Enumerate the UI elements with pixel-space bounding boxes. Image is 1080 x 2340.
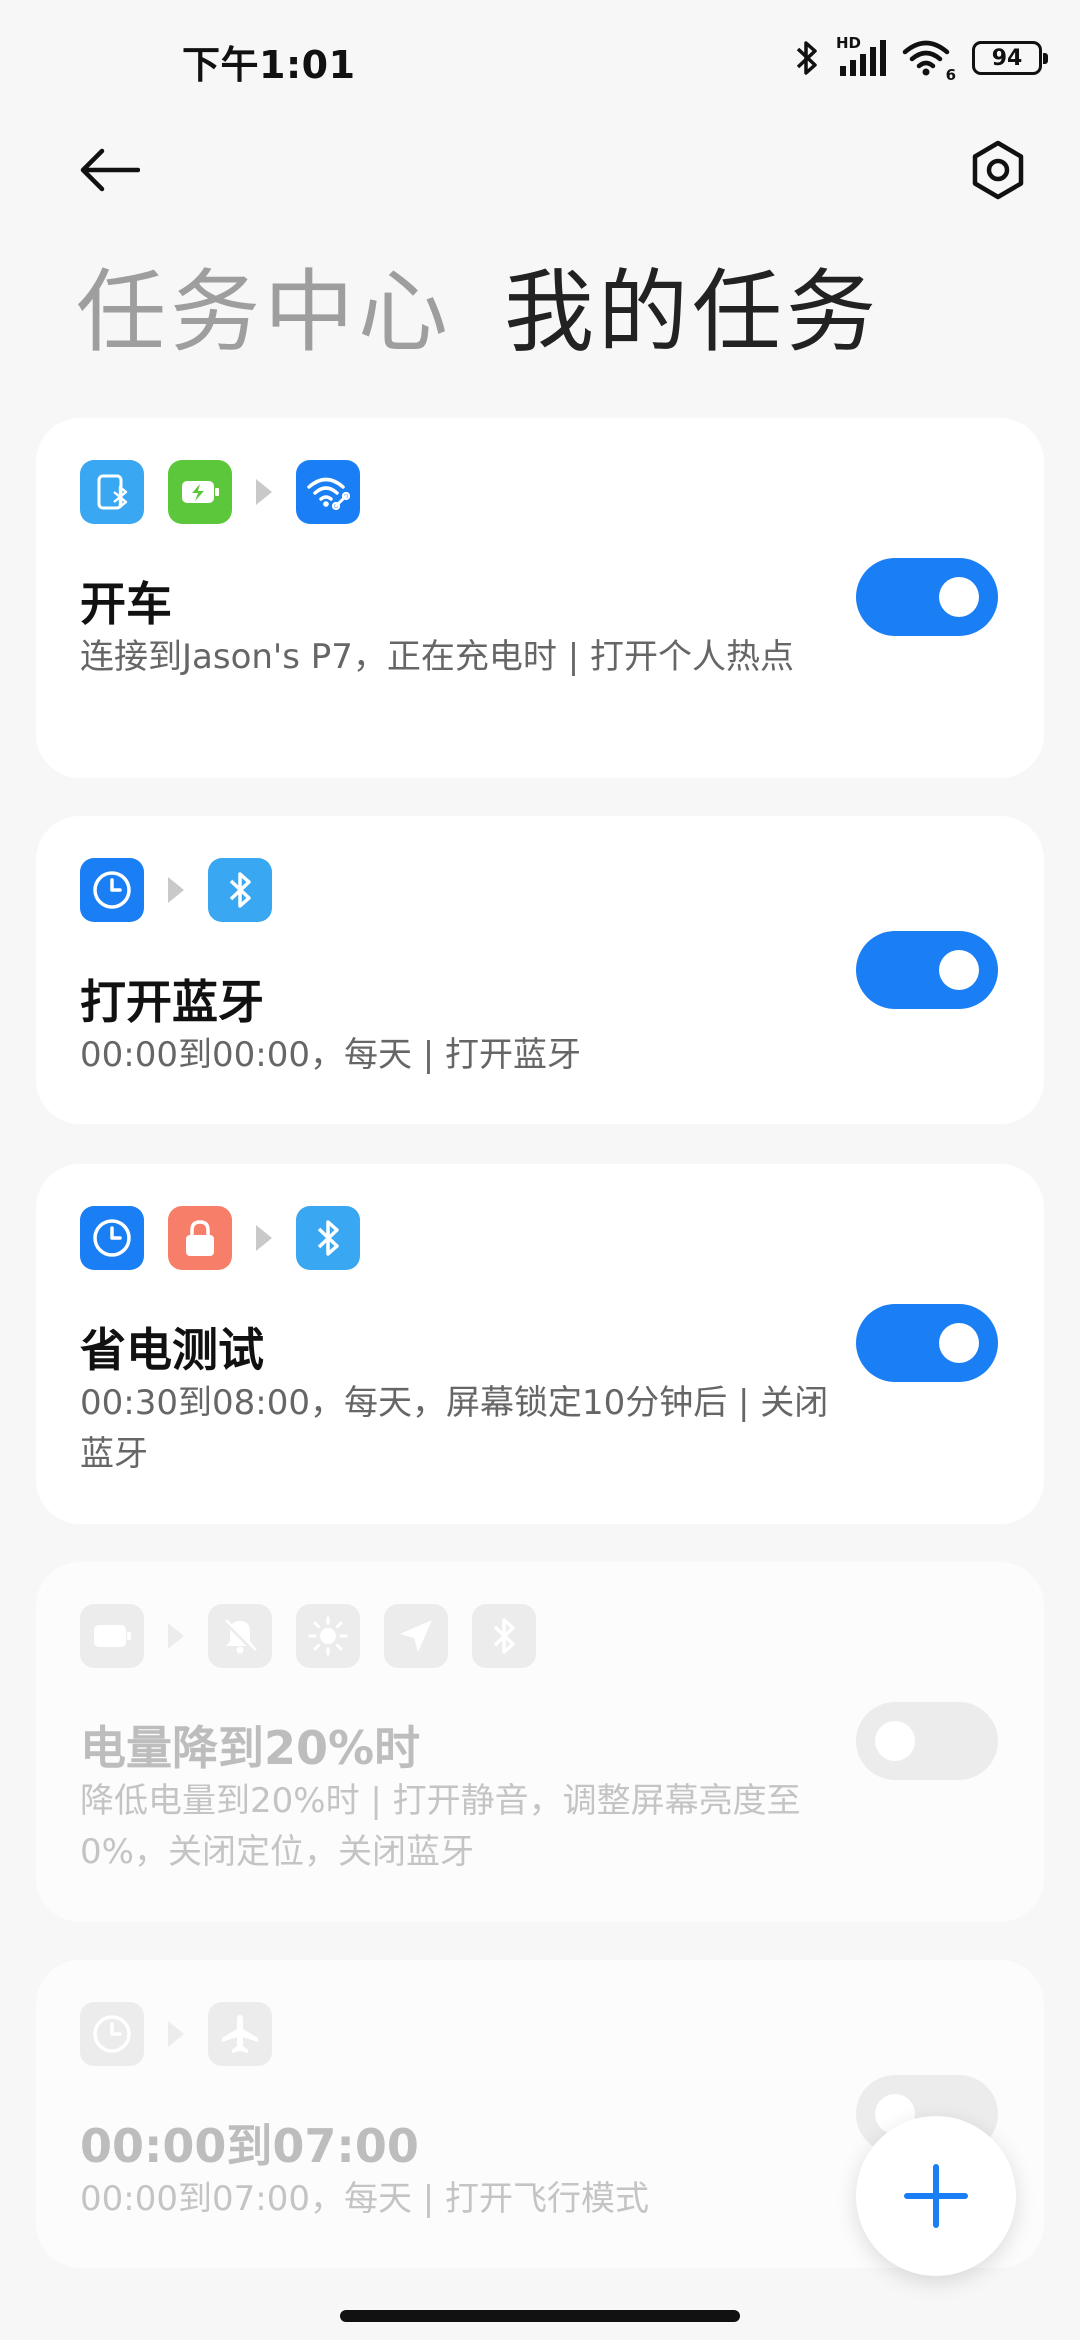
task-description: 连接到Jason's P7，正在充电时 | 打开个人热点	[80, 637, 794, 677]
tab-task-center[interactable]: 任务中心	[76, 258, 452, 368]
add-task-button[interactable]	[856, 2116, 1016, 2276]
task-title: 电量降到20%时	[80, 1721, 421, 1775]
lock-icon	[168, 1206, 232, 1270]
toggle-knob	[939, 950, 979, 990]
task-description: 降低电量到20%时 | 打开静音，调整屏幕亮度至0%，关闭定位，关闭蓝牙	[80, 1781, 801, 1872]
home-indicator[interactable]	[340, 2310, 740, 2322]
arrow-icon	[168, 1623, 184, 1649]
task-title: 打开蓝牙	[80, 975, 264, 1029]
gear-icon	[972, 140, 1024, 200]
task-icons	[80, 460, 384, 524]
task-title: 00:00到07:00	[80, 2119, 419, 2173]
wifi-label: 6	[945, 66, 956, 84]
back-button[interactable]	[70, 130, 150, 210]
signal-icon: HD	[836, 34, 886, 78]
arrow-icon	[256, 1225, 272, 1251]
task-icons	[80, 1604, 560, 1668]
task-icons	[80, 858, 296, 922]
bluetooth-icon	[208, 858, 272, 922]
task-toggle[interactable]	[856, 931, 998, 1009]
arrow-icon	[168, 2021, 184, 2047]
task-description: 00:30到08:00，每天，屏幕锁定10分钟后 | 关闭蓝牙	[80, 1383, 829, 1474]
tab-my-tasks[interactable]: 我的任务	[504, 258, 880, 368]
bluetooth-device-icon	[80, 460, 144, 524]
bluetooth-icon	[472, 1604, 536, 1668]
task-card[interactable]: 电量降到20%时 降低电量到20%时 | 打开静音，调整屏幕亮度至0%，关闭定位…	[36, 1562, 1044, 1922]
airplane-icon	[208, 2002, 272, 2066]
task-toggle[interactable]	[856, 558, 998, 636]
clock-icon	[80, 858, 144, 922]
battery-icon	[80, 1604, 144, 1668]
task-title: 省电测试	[80, 1323, 264, 1377]
task-icons	[80, 2002, 296, 2066]
task-card[interactable]: 开车 连接到Jason's P7，正在充电时 | 打开个人热点	[36, 418, 1044, 778]
location-icon	[384, 1604, 448, 1668]
back-arrow-icon	[80, 148, 140, 192]
task-card[interactable]: 打开蓝牙 00:00到00:00，每天 | 打开蓝牙	[36, 816, 1044, 1124]
task-description: 00:00到07:00，每天 | 打开飞行模式	[80, 2179, 650, 2219]
bluetooth-status-icon	[794, 38, 820, 78]
task-title: 开车	[80, 577, 172, 631]
task-card[interactable]: 省电测试 00:30到08:00，每天，屏幕锁定10分钟后 | 关闭蓝牙	[36, 1164, 1044, 1524]
battery-charging-icon	[168, 460, 232, 524]
task-description: 00:00到00:00，每天 | 打开蓝牙	[80, 1035, 582, 1075]
clock-icon	[80, 2002, 144, 2066]
settings-button[interactable]	[956, 128, 1040, 212]
wifi-hotspot-icon	[296, 460, 360, 524]
tab-row: 任务中心 我的任务	[76, 258, 880, 368]
task-toggle[interactable]	[856, 1702, 998, 1780]
status-time: 下午1:01	[182, 43, 356, 87]
bluetooth-icon	[296, 1206, 360, 1270]
task-icons	[80, 1206, 384, 1270]
plus-icon	[904, 2164, 968, 2228]
clock-icon	[80, 1206, 144, 1270]
mute-icon	[208, 1604, 272, 1668]
task-toggle[interactable]	[856, 1304, 998, 1382]
wifi-status-icon: 6	[902, 38, 956, 84]
toggle-knob	[939, 577, 979, 617]
toggle-knob	[939, 1323, 979, 1363]
battery-level: 94	[991, 45, 1023, 71]
brightness-icon	[296, 1604, 360, 1668]
status-bar: 下午1:01 HD 6 94	[0, 0, 1080, 120]
arrow-icon	[168, 877, 184, 903]
status-icons: HD 6 94	[794, 34, 1048, 84]
battery-icon: 94	[972, 41, 1048, 75]
arrow-icon	[256, 479, 272, 505]
toggle-knob	[875, 1721, 915, 1761]
